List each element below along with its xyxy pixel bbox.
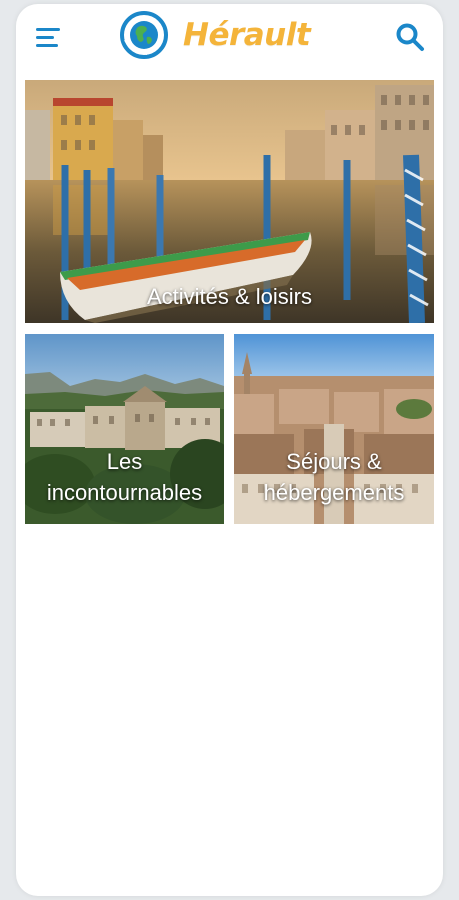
app-logo: Hérault	[119, 10, 311, 60]
tile-label-line2: incontournables	[46, 480, 203, 505]
tile-label-line2: hébergements	[263, 480, 405, 505]
globe-logo-icon	[120, 11, 168, 59]
menu-icon-line	[36, 44, 58, 47]
tile-label-line1: Les	[106, 449, 143, 474]
app-title: Hérault	[183, 17, 311, 53]
tile-incontournables[interactable]: Les incontournables	[25, 334, 224, 524]
menu-icon-line	[36, 36, 54, 39]
app-header: Hérault	[16, 4, 443, 72]
tile-sejours-hebergements[interactable]: Séjours & hébergements	[234, 334, 434, 524]
menu-button[interactable]	[36, 26, 62, 48]
menu-icon	[36, 28, 60, 31]
tile-label-line1: Séjours &	[286, 449, 382, 474]
tile-activites-loisirs[interactable]: Activités & loisirs	[25, 80, 434, 323]
app-screen: Hérault Activités & loisirs Les incontou…	[16, 4, 443, 896]
search-icon[interactable]	[395, 22, 425, 52]
tile-label: Activités & loisirs	[146, 284, 313, 309]
